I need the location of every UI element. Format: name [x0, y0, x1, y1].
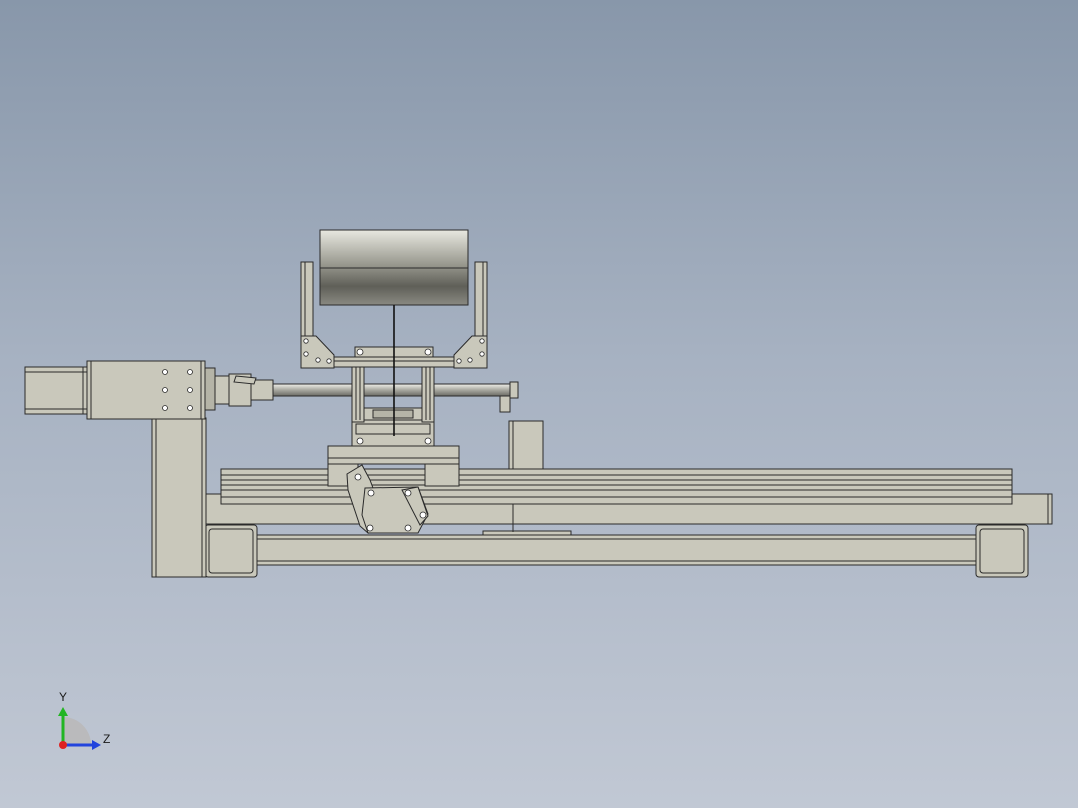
- x-axis-indicator: [59, 741, 67, 749]
- z-axis-arrowhead: [92, 740, 101, 750]
- y-axis-label: Y: [59, 690, 67, 704]
- frame-foot-left: [204, 524, 258, 578]
- triad-quadrant: [63, 717, 91, 745]
- vertical-frame: [351, 365, 435, 447]
- y-axis-arrowhead: [58, 707, 68, 716]
- base-frame: [181, 493, 1053, 578]
- z-axis-label: Z: [103, 732, 110, 746]
- coordinate-triad[interactable]: Y Z: [58, 690, 110, 750]
- assembly-model[interactable]: Y Z: [0, 0, 1078, 808]
- left-column: [151, 417, 207, 578]
- servo-motor: [24, 360, 206, 420]
- cylinder-drum: [319, 229, 469, 436]
- frame-foot-right: [975, 524, 1029, 578]
- cad-graphics-viewport[interactable]: Y Z: [0, 0, 1078, 808]
